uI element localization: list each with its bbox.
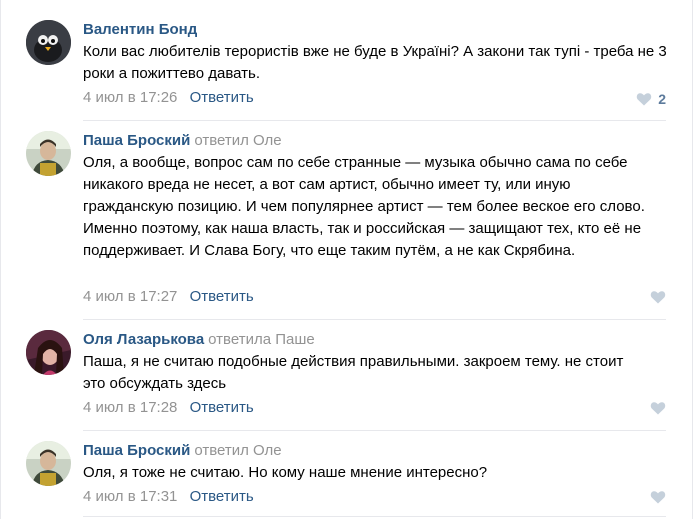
divider [83,319,666,320]
comment-date[interactable]: 4 июл в 17:31 [83,488,177,505]
like-count: 2 [658,91,666,107]
reply-button[interactable]: Ответить [190,89,254,106]
like-button[interactable]: 2 [636,91,666,107]
avatar[interactable] [26,131,71,176]
reply-button[interactable]: Ответить [190,488,254,505]
comment-meta: 4 июл в 17:28 Ответить [83,399,254,416]
like-button[interactable] [650,290,666,304]
heart-icon [636,93,652,106]
reply-to-link[interactable]: Оле [253,132,282,149]
comment-text: Паша, я не считаю подобные действия прав… [83,353,624,392]
comment-date[interactable]: 4 июл в 17:28 [83,399,177,416]
comment-text: Оля, я тоже не считаю. Но кому наше мнен… [83,464,488,481]
like-button[interactable] [650,490,666,504]
replied-label: ответил Оле [194,132,282,149]
avatar[interactable] [26,441,71,486]
comment-text: Оля, а вообще, вопрос сам по себе странн… [83,154,645,259]
replied-label: ответил Оле [194,442,282,459]
reply-button[interactable]: Ответить [190,288,254,305]
avatar[interactable] [26,20,71,65]
comment-meta: 4 июл в 17:27 Ответить [83,288,254,305]
like-button[interactable] [650,401,666,415]
divider [83,120,666,121]
divider [83,516,666,517]
avatar[interactable] [26,330,71,375]
divider [83,430,666,431]
comment-author[interactable]: Паша Броский ответил Оле [83,132,282,149]
comment-date[interactable]: 4 июл в 17:26 [83,89,177,106]
reply-button[interactable]: Ответить [190,399,254,416]
comments-panel: Валентин Бонд Коли вас любителів терорис… [0,0,693,519]
replied-label: ответила Паше [208,331,315,348]
comment-author[interactable]: Оля Лазарькова ответила Паше [83,331,315,348]
comment-date[interactable]: 4 июл в 17:27 [83,288,177,305]
heart-icon [650,402,666,415]
reply-to-link[interactable]: Оле [253,442,282,459]
heart-icon [650,291,666,304]
heart-icon [650,491,666,504]
comment-text: Коли вас любителів терористів вже не буд… [83,43,667,82]
comment-meta: 4 июл в 17:26 Ответить [83,89,254,106]
comment-meta: 4 июл в 17:31 Ответить [83,488,254,505]
reply-to-link[interactable]: Паше [275,331,315,348]
comment-author[interactable]: Паша Броский ответил Оле [83,442,282,459]
comment-author[interactable]: Валентин Бонд [83,21,197,38]
